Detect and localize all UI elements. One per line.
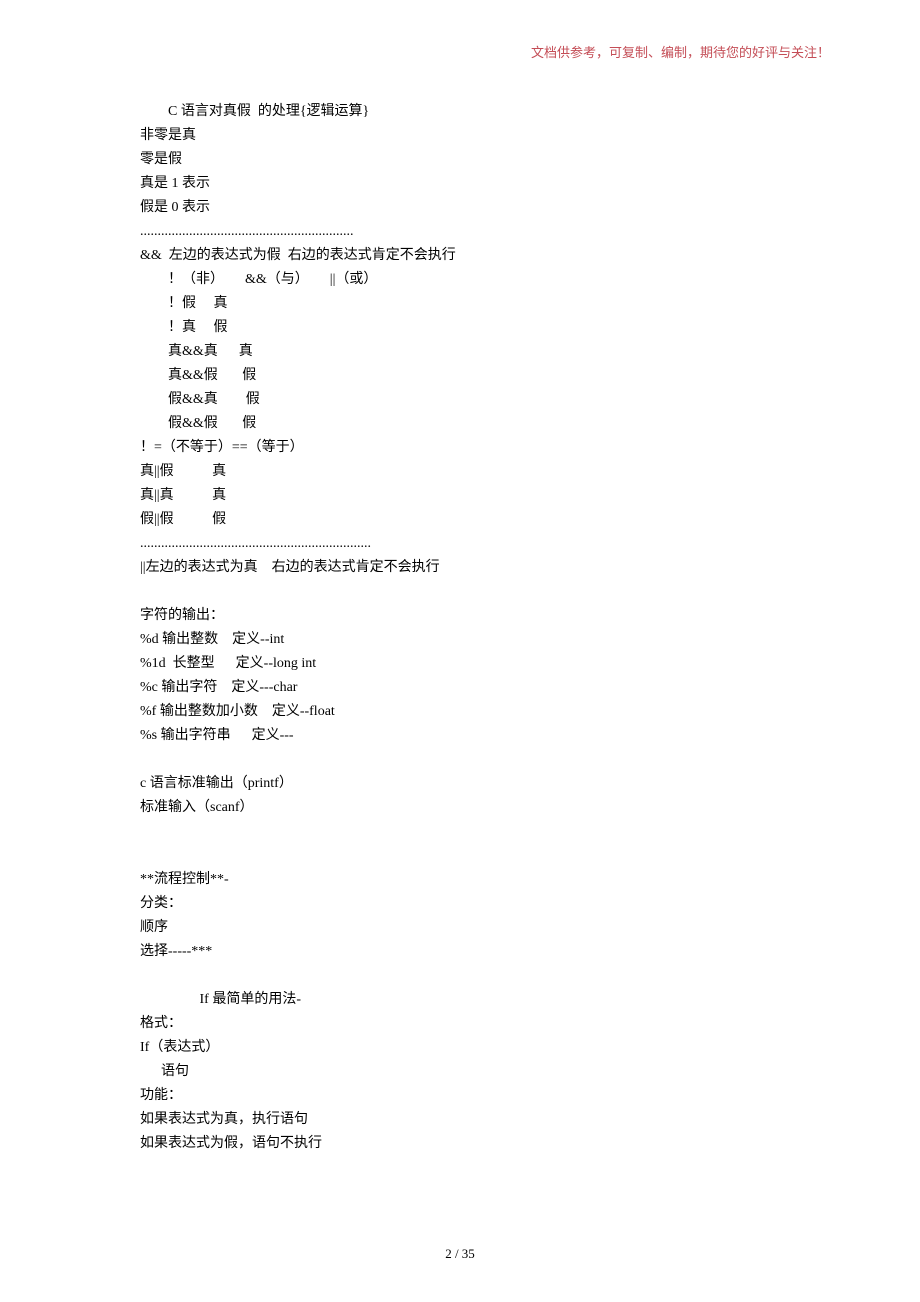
line: 真&&真 真 [140,340,780,364]
header-note: 文档供参考，可复制、编制，期待您的好评与关注！ [531,42,830,61]
line: 非零是真 [140,124,780,148]
line: ||左边的表达式为真 右边的表达式肯定不会执行 [140,556,780,580]
line: ！=（不等于）==（等于） [140,436,780,460]
line: 真||真 真 [140,484,780,508]
line: 假||假 假 [140,508,780,532]
line: If（表达式） [140,1036,780,1060]
line: 假&&假 假 [140,412,780,436]
blank-line [140,580,780,604]
line: **流程控制**- [140,868,780,892]
line: %s 输出字符串 定义--- [140,724,780,748]
line: 选择-----*** [140,940,780,964]
line: 如果表达式为假，语句不执行 [140,1132,780,1156]
line: 真&&假 假 [140,364,780,388]
divider-dots: ........................................… [140,220,780,244]
line: 零是假 [140,148,780,172]
blank-line [140,844,780,868]
line: 真||假 真 [140,460,780,484]
line: 假&&真 假 [140,388,780,412]
line: 语句 [140,1060,780,1084]
line: %d 输出整数 定义--int [140,628,780,652]
line: ！（非） &&（与） ||（或） [140,268,780,292]
line: 标准输入（scanf） [140,796,780,820]
line: 顺序 [140,916,780,940]
line: 分类： [140,892,780,916]
blank-line [140,820,780,844]
page-number: 2 / 35 [0,1246,920,1262]
blank-line [140,748,780,772]
line: %c 输出字符 定义---char [140,676,780,700]
line: 功能： [140,1084,780,1108]
line: ！真 假 [140,316,780,340]
line: C 语言对真假 的处理{逻辑运算} [140,100,780,124]
line: 如果表达式为真，执行语句 [140,1108,780,1132]
blank-line [140,964,780,988]
line: %1d 长整型 定义--long int [140,652,780,676]
line: If 最简单的用法- [140,988,780,1012]
line: 假是 0 表示 [140,196,780,220]
document-body: C 语言对真假 的处理{逻辑运算} 非零是真 零是假 真是 1 表示 假是 0 … [140,100,780,1156]
divider-dots: ........................................… [140,532,780,556]
line: c 语言标准输出（printf） [140,772,780,796]
line: && 左边的表达式为假 右边的表达式肯定不会执行 [140,244,780,268]
line: 真是 1 表示 [140,172,780,196]
line: 格式： [140,1012,780,1036]
line: 字符的输出： [140,604,780,628]
line: ！假 真 [140,292,780,316]
line: %f 输出整数加小数 定义--float [140,700,780,724]
